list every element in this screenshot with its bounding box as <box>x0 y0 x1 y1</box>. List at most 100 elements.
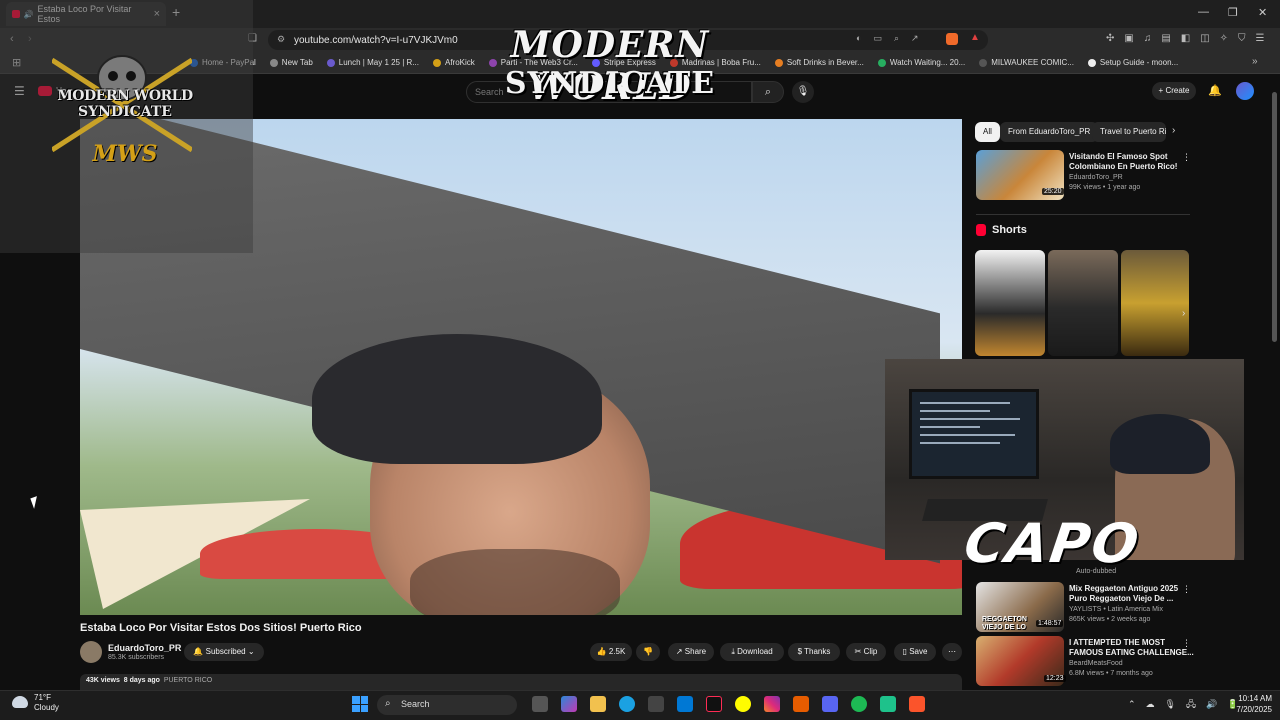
chip-travel[interactable]: Travel to Puerto Ri <box>1092 122 1166 142</box>
weather-widget[interactable]: 71°F Cloudy <box>34 693 59 713</box>
bookmark-item[interactable]: Setup Guide - moon... <box>1087 58 1178 67</box>
search-icon: ⌕ <box>385 698 391 709</box>
share-icon: ↗ <box>675 647 683 656</box>
restore-icon[interactable]: ❐ <box>1228 6 1238 19</box>
subscriber-count: 85.3K subscribers <box>108 654 165 661</box>
rec-more-icon[interactable]: ⋮ <box>1182 152 1191 163</box>
rec-title-line2[interactable]: FAMOUS EATING CHALLENGE... <box>1069 648 1194 658</box>
rec-duration: 25:20 <box>1042 188 1064 195</box>
rec-channel[interactable]: YAYLISTS • Latin America Mix <box>1069 606 1163 613</box>
scissors-icon: ✂ <box>854 647 862 656</box>
channel-name[interactable]: EduardoToro_PR <box>108 643 181 653</box>
more-actions-button[interactable]: ⋯ <box>942 643 962 661</box>
dislike-button[interactable]: 👎 <box>636 643 660 661</box>
rec-meta: 99K views • 1 year ago <box>1069 184 1141 191</box>
shorts-header: Shorts <box>976 224 1027 236</box>
rec-title-line2[interactable]: Colombiano En Puerto Rico! <box>1069 162 1177 172</box>
rec-channel[interactable]: EduardoToro_PR <box>1069 174 1123 181</box>
rec-title-line2[interactable]: Puro Reggaeton Viejo De ... <box>1069 594 1173 604</box>
taskbar-search[interactable]: Search <box>377 695 517 715</box>
create-button[interactable]: + Create <box>1152 82 1196 100</box>
bookmark-item[interactable]: Lunch | May 1 25 | R... <box>326 58 419 67</box>
rec-title[interactable]: Visitando El Famoso Spot <box>1069 152 1168 162</box>
chip-from-channel[interactable]: From EduardoToro_PR <box>1000 122 1099 142</box>
subscribed-button[interactable]: 🔔 Subscribed ⌄ <box>184 643 264 661</box>
bookmark-save-icon: ▯ <box>902 647 907 656</box>
extensions-icon[interactable]: ✣▣♫▤◧◫✧⛉☰ <box>1106 33 1275 44</box>
rec-more-icon[interactable]: ⋮ <box>1182 584 1191 595</box>
short-thumbnail[interactable] <box>1048 250 1118 356</box>
share-label: Share <box>684 647 707 656</box>
scrollbar[interactable] <box>1272 92 1277 342</box>
rec-more-icon[interactable]: ⋮ <box>1182 638 1191 649</box>
account-avatar[interactable] <box>1236 82 1254 100</box>
rec-duration: 1:48:57 <box>1036 620 1064 627</box>
thanks-button[interactable]: $ Thanks <box>788 643 840 661</box>
rec-duration: 12:23 <box>1044 675 1066 682</box>
site-info-icon[interactable]: ⚙ <box>277 34 285 45</box>
file-explorer-icon[interactable] <box>590 696 606 712</box>
brave-icon[interactable] <box>909 696 925 712</box>
clip-button[interactable]: ✂ Clip <box>846 643 886 661</box>
address-actions-icon[interactable]: ◐▭⌕↗ <box>856 33 931 44</box>
windows-start-icon[interactable] <box>352 696 368 712</box>
description-box[interactable]: 43K views 8 days ago PUERTO RICO <box>80 674 962 690</box>
close-window-icon[interactable]: ✕ <box>1258 6 1267 19</box>
snapchat-icon[interactable] <box>735 696 751 712</box>
mouse-cursor-icon <box>30 496 41 509</box>
short-thumbnail[interactable] <box>975 250 1045 356</box>
outlook-icon[interactable] <box>677 696 693 712</box>
tiktok-icon[interactable] <box>706 696 722 712</box>
minimize-icon[interactable]: — <box>1198 6 1209 18</box>
chips-next-icon[interactable]: › <box>1172 125 1175 136</box>
bookmarks-more-icon[interactable]: » <box>1252 56 1258 67</box>
monitor <box>909 389 1039 479</box>
shorts-label: Shorts <box>992 224 1027 236</box>
location-tag[interactable]: PUERTO RICO <box>164 677 212 684</box>
bookmark-item[interactable]: MILWAUKEE COMIC... <box>979 58 1074 67</box>
like-count: 2.5K <box>608 647 626 656</box>
instagram-icon[interactable] <box>764 696 780 712</box>
edge-icon[interactable] <box>619 696 635 712</box>
auto-dubbed-badge: Auto-dubbed <box>1076 568 1117 575</box>
share-button[interactable]: ↗ Share <box>668 643 714 661</box>
discord-icon[interactable] <box>822 696 838 712</box>
taskbar-clock[interactable]: 10:14 AM 7/20/2025 <box>1222 693 1272 715</box>
task-view-icon[interactable] <box>532 696 548 712</box>
save-button[interactable]: ▯ Save <box>894 643 936 661</box>
spotify-icon[interactable] <box>851 696 867 712</box>
mic-icon[interactable]: 🎙 <box>792 81 814 103</box>
app-icon[interactable] <box>793 696 809 712</box>
short-thumbnail[interactable] <box>1121 250 1189 356</box>
bookmark-label: Soft Drinks in Bever... <box>786 58 864 67</box>
bookmark-label: Watch Waiting... 20... <box>889 58 966 67</box>
download-button[interactable]: ⤓ Download <box>720 643 784 661</box>
store-icon[interactable] <box>648 696 664 712</box>
brave-shield-icon[interactable] <box>946 33 958 45</box>
like-button[interactable]: 👍 2.5K <box>590 643 632 661</box>
notifications-bell-icon[interactable]: 🔔 <box>1208 84 1222 97</box>
rec-title[interactable]: I ATTEMPTED THE MOST <box>1069 638 1165 648</box>
cloud-icon <box>12 696 28 708</box>
bookmark-item[interactable]: Soft Drinks in Bever... <box>774 58 864 67</box>
bookmark-item[interactable]: New Tab <box>269 58 313 67</box>
rec-thumb-text: REGGAETON VIEJO DE LO <box>982 616 1027 631</box>
brave-rewards-icon[interactable]: ▲ <box>970 32 980 43</box>
chevron-down-icon: ⌄ <box>247 647 255 656</box>
chip-all[interactable]: All <box>975 122 1000 142</box>
thumbs-up-icon: 👍 <box>596 647 607 656</box>
download-icon: ⤓ <box>731 647 735 656</box>
overlay-title-line2: SYNDICATE <box>504 66 716 101</box>
bell-icon: 🔔 <box>193 647 204 656</box>
weather-condition: Cloudy <box>34 703 59 712</box>
video-title: Estaba Loco Por Visitar Estos Dos Sitios… <box>80 622 362 634</box>
app-icon[interactable] <box>880 696 896 712</box>
copilot-icon[interactable] <box>561 696 577 712</box>
channel-avatar[interactable] <box>80 641 102 663</box>
bookmark-item[interactable]: Watch Waiting... 20... <box>877 58 966 67</box>
clip-label: Clip <box>863 647 878 656</box>
rec-channel[interactable]: BeardMeatsFood <box>1069 660 1123 667</box>
rec-title[interactable]: Mix Reggaeton Antiguo 2025 <box>1069 584 1178 594</box>
shorts-next-icon[interactable]: › <box>1182 308 1185 319</box>
rec-meta: 865K views • 2 weeks ago <box>1069 616 1151 623</box>
